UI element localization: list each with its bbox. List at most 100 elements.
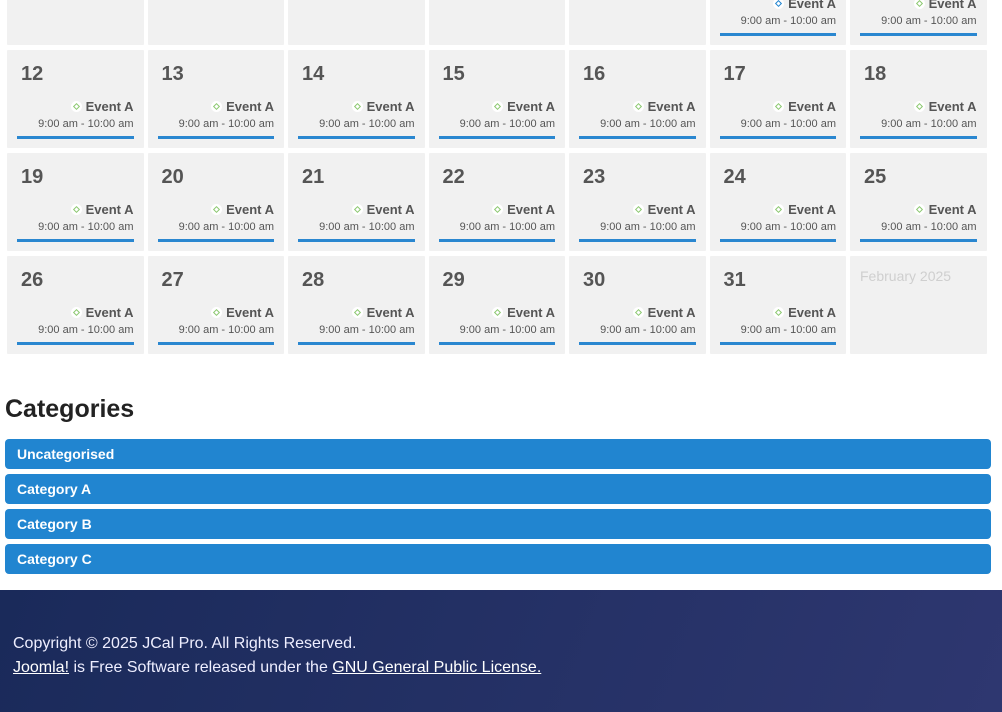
day-cell[interactable]: 29 Event A 9:00 am - 10:00 am	[428, 256, 565, 354]
day-cell[interactable]: 19 Event A 9:00 am - 10:00 am	[7, 153, 144, 251]
event[interactable]: Event A 9:00 am - 10:00 am	[14, 202, 134, 233]
event-title[interactable]: Event A	[929, 99, 977, 114]
gnu-license-link[interactable]: GNU General Public License.	[332, 659, 541, 676]
day-number: 27	[161, 269, 184, 291]
event-title[interactable]: Event A	[226, 202, 274, 217]
day-cell[interactable]: 18 Event A 9:00 am - 10:00 am	[850, 50, 987, 148]
event-title[interactable]: Event A	[507, 99, 555, 114]
joomla-link[interactable]: Joomla!	[13, 659, 69, 676]
day-cell[interactable]: 14 Event A 9:00 am - 10:00 am	[288, 50, 425, 148]
event-title[interactable]: Event A	[86, 99, 134, 114]
day-cell[interactable]: 22 Event A 9:00 am - 10:00 am	[428, 153, 565, 251]
event-bar	[579, 136, 696, 139]
day-cell[interactable]: 21 Event A 9:00 am - 10:00 am	[288, 153, 425, 251]
day-cell[interactable]: February 2025	[850, 256, 987, 354]
event-title-row: Event A	[576, 305, 696, 320]
event-title[interactable]: Event A	[929, 202, 977, 217]
category-c[interactable]: Category C	[5, 544, 991, 574]
event-title[interactable]: Event A	[788, 99, 836, 114]
day-cell[interactable]: 27 Event A 9:00 am - 10:00 am	[147, 256, 284, 354]
category-b[interactable]: Category B	[5, 509, 991, 539]
event[interactable]: Event A 9:00 am - 10:00 am	[576, 99, 696, 130]
category-a[interactable]: Category A	[5, 474, 991, 504]
day-cell[interactable]	[288, 0, 425, 45]
event-title[interactable]: Event A	[788, 305, 836, 320]
event[interactable]: Event A 9:00 am - 10:00 am	[716, 0, 836, 27]
day-number: 23	[583, 166, 606, 188]
day-cell[interactable]: Event A 9:00 am - 10:00 am	[850, 0, 987, 45]
event-icon	[913, 204, 925, 215]
event-title[interactable]: Event A	[788, 0, 836, 11]
day-cell[interactable]: Event A 9:00 am - 10:00 am	[709, 0, 846, 45]
event-bar	[157, 342, 274, 345]
day-cell[interactable]: 31 Event A 9:00 am - 10:00 am	[709, 256, 846, 354]
day-number: 30	[583, 269, 606, 291]
event[interactable]: Event A 9:00 am - 10:00 am	[435, 305, 555, 336]
day-cell[interactable]: 17 Event A 9:00 am - 10:00 am	[709, 50, 846, 148]
event-title[interactable]: Event A	[226, 305, 274, 320]
event[interactable]: Event A 9:00 am - 10:00 am	[154, 305, 274, 336]
event-bar	[298, 342, 415, 345]
event-title[interactable]: Event A	[648, 202, 696, 217]
event-title[interactable]: Event A	[788, 202, 836, 217]
event[interactable]: Event A 9:00 am - 10:00 am	[154, 202, 274, 233]
day-cell[interactable]: 20 Event A 9:00 am - 10:00 am	[147, 153, 284, 251]
event-title[interactable]: Event A	[648, 99, 696, 114]
day-cell[interactable]: 24 Event A 9:00 am - 10:00 am	[709, 153, 846, 251]
event-title[interactable]: Event A	[86, 305, 134, 320]
day-cell[interactable]: 25 Event A 9:00 am - 10:00 am	[850, 153, 987, 251]
event-title[interactable]: Event A	[367, 99, 415, 114]
event[interactable]: Event A 9:00 am - 10:00 am	[716, 202, 836, 233]
day-cell[interactable]	[569, 0, 706, 45]
event[interactable]: Event A 9:00 am - 10:00 am	[576, 202, 696, 233]
event[interactable]: Event A 9:00 am - 10:00 am	[154, 99, 274, 130]
event[interactable]: Event A 9:00 am - 10:00 am	[295, 99, 415, 130]
event-icon	[632, 101, 644, 112]
day-cell[interactable]: 12 Event A 9:00 am - 10:00 am	[7, 50, 144, 148]
day-cell[interactable]: 28 Event A 9:00 am - 10:00 am	[288, 256, 425, 354]
day-cell[interactable]: 30 Event A 9:00 am - 10:00 am	[569, 256, 706, 354]
day-number: 24	[723, 166, 746, 188]
event-icon	[492, 101, 504, 112]
event-icon	[492, 307, 504, 318]
day-cell[interactable]	[428, 0, 565, 45]
day-cell[interactable]	[7, 0, 144, 45]
day-cell[interactable]: 26 Event A 9:00 am - 10:00 am	[7, 256, 144, 354]
event-title[interactable]: Event A	[648, 305, 696, 320]
day-cell[interactable]: 13 Event A 9:00 am - 10:00 am	[147, 50, 284, 148]
event[interactable]: Event A 9:00 am - 10:00 am	[716, 305, 836, 336]
event-icon	[211, 204, 223, 215]
day-cell[interactable]	[147, 0, 284, 45]
event-title[interactable]: Event A	[226, 99, 274, 114]
event-icon	[351, 204, 363, 215]
event[interactable]: Event A 9:00 am - 10:00 am	[857, 0, 977, 27]
event-icon	[773, 204, 785, 215]
event[interactable]: Event A 9:00 am - 10:00 am	[435, 202, 555, 233]
categories-heading: Categories	[5, 395, 135, 423]
event-time: 9:00 am - 10:00 am	[459, 118, 555, 130]
event[interactable]: Event A 9:00 am - 10:00 am	[14, 305, 134, 336]
event[interactable]: Event A 9:00 am - 10:00 am	[295, 305, 415, 336]
event[interactable]: Event A 9:00 am - 10:00 am	[857, 202, 977, 233]
event[interactable]: Event A 9:00 am - 10:00 am	[576, 305, 696, 336]
event-title[interactable]: Event A	[929, 0, 977, 11]
day-cell[interactable]: 23 Event A 9:00 am - 10:00 am	[569, 153, 706, 251]
event-title[interactable]: Event A	[507, 305, 555, 320]
event-time: 9:00 am - 10:00 am	[740, 221, 836, 233]
event[interactable]: Event A 9:00 am - 10:00 am	[14, 99, 134, 130]
event-bar	[719, 33, 836, 36]
category-uncategorised[interactable]: Uncategorised	[5, 439, 991, 469]
event-time: 9:00 am - 10:00 am	[38, 118, 134, 130]
event-title[interactable]: Event A	[86, 202, 134, 217]
event-title[interactable]: Event A	[367, 202, 415, 217]
day-number: 21	[302, 166, 325, 188]
day-cell[interactable]: 16 Event A 9:00 am - 10:00 am	[569, 50, 706, 148]
event-title[interactable]: Event A	[507, 202, 555, 217]
event[interactable]: Event A 9:00 am - 10:00 am	[435, 99, 555, 130]
event[interactable]: Event A 9:00 am - 10:00 am	[295, 202, 415, 233]
event-title[interactable]: Event A	[367, 305, 415, 320]
day-cell[interactable]: 15 Event A 9:00 am - 10:00 am	[428, 50, 565, 148]
event-icon	[211, 101, 223, 112]
event[interactable]: Event A 9:00 am - 10:00 am	[857, 99, 977, 130]
event[interactable]: Event A 9:00 am - 10:00 am	[716, 99, 836, 130]
